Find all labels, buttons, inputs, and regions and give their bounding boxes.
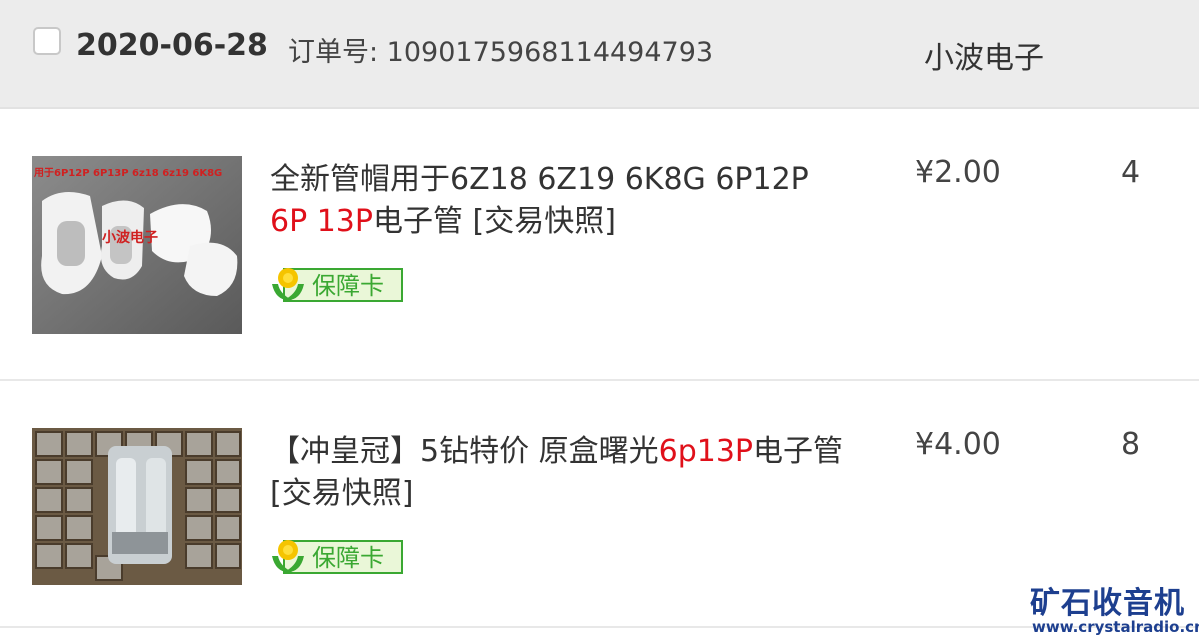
badge-label: 保障卡 bbox=[312, 272, 384, 300]
product-title-link[interactable]: 【冲皇冠】5钻特价 原盒曙光6p13P电子管 [交易快照] bbox=[270, 431, 850, 515]
select-order-checkbox[interactable] bbox=[33, 27, 61, 55]
product-thumbnail[interactable]: 用于6P12P 6P13P 6z18 6z19 6K8G 小波电子 bbox=[32, 156, 242, 334]
product-title-text: 【冲皇冠】5钻特价 原盒曙光 bbox=[270, 434, 659, 469]
order-item-row: 【冲皇冠】5钻特价 原盒曙光6p13P电子管 [交易快照] 保障卡 ¥4.00 … bbox=[0, 381, 1199, 628]
product-thumbnail[interactable] bbox=[32, 428, 242, 585]
guarantee-card-badge[interactable]: 保障卡 bbox=[270, 536, 404, 576]
order-number: 订单号: 1090175968114494793 bbox=[288, 37, 714, 68]
watermark-title: 矿石收音机 bbox=[1030, 586, 1185, 621]
guarantee-card-badge[interactable]: 保障卡 bbox=[270, 264, 404, 304]
badge-label: 保障卡 bbox=[312, 544, 384, 572]
item-price: ¥4.00 bbox=[915, 427, 1001, 462]
order-item-row: 用于6P12P 6P13P 6z18 6z19 6K8G 小波电子 全新管帽用于… bbox=[0, 109, 1199, 381]
product-title-suffix: 电子管 [交易快照] bbox=[372, 204, 616, 239]
shop-name-link[interactable]: 小波电子 bbox=[924, 33, 1044, 77]
product-title-highlight: 6P 13P bbox=[270, 204, 373, 239]
watermark-url: www.crystalradio.cn bbox=[1032, 618, 1199, 636]
product-title-text: 全新管帽用于6Z18 6Z19 6K8G 6P12P bbox=[270, 162, 809, 197]
product-title-link[interactable]: 全新管帽用于6Z18 6Z19 6K8G 6P12P 6P 13P电子管 [交易… bbox=[270, 159, 850, 243]
thumbnail-top-text: 用于6P12P 6P13P 6z18 6z19 6K8G bbox=[33, 167, 222, 179]
item-price: ¥2.00 bbox=[915, 155, 1001, 190]
product-title-highlight: 6p13P bbox=[658, 434, 754, 469]
order-header: 2020-06-28 订单号: 1090175968114494793 小波电子 bbox=[0, 0, 1199, 109]
thumbnail-caption: 小波电子 bbox=[102, 229, 158, 246]
order-date: 2020-06-28 bbox=[76, 28, 268, 63]
item-quantity: 4 bbox=[1121, 155, 1141, 190]
site-watermark: 矿石收音机 www.crystalradio.cn bbox=[1030, 578, 1199, 638]
item-quantity: 8 bbox=[1121, 427, 1141, 462]
